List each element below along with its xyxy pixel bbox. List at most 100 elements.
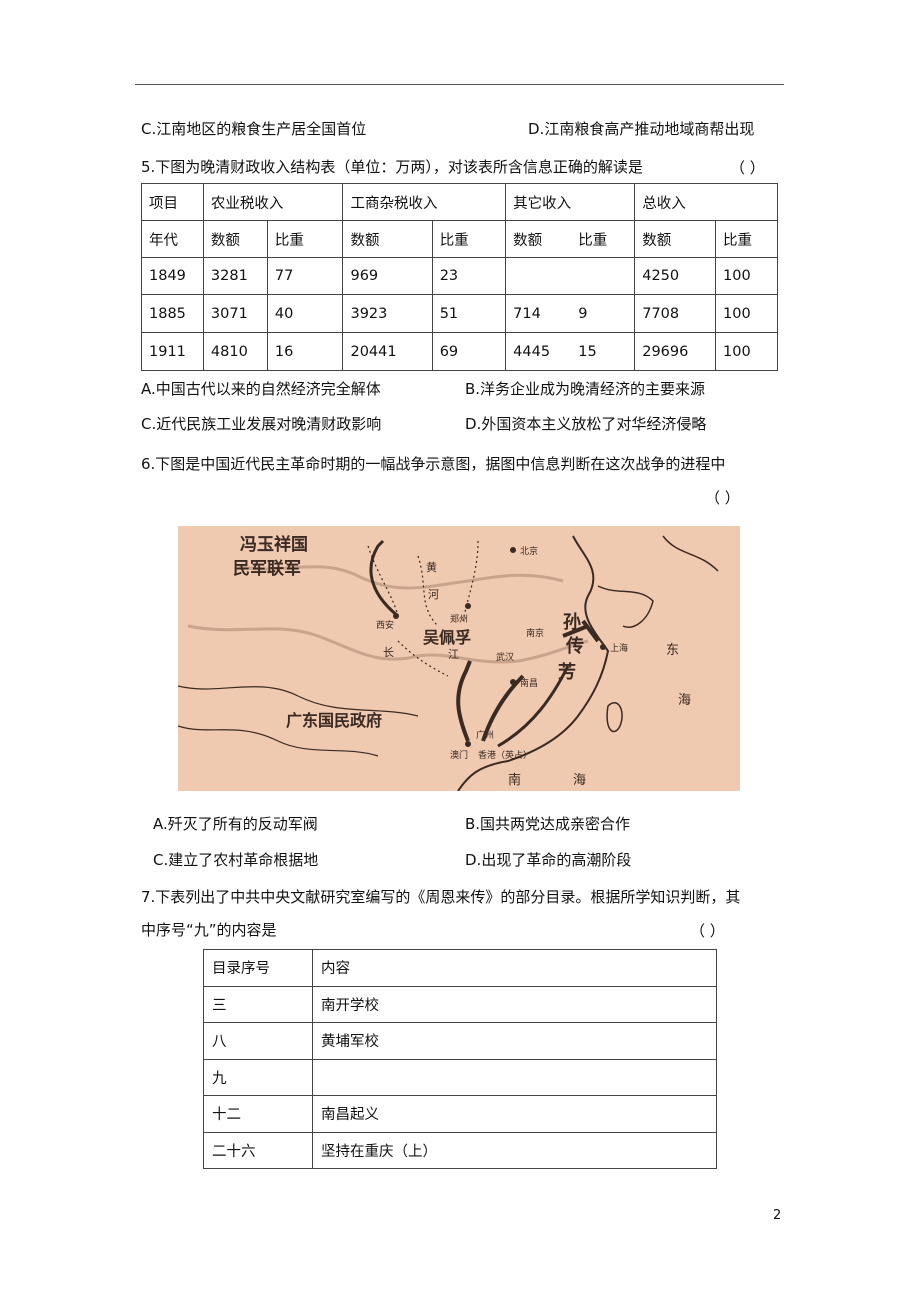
table-row: 九 (203, 1058, 717, 1096)
q5-option-b: B.洋务企业成为晚清经济的主要来源 (465, 380, 706, 398)
map-label-xian: 西安 (376, 619, 394, 631)
table-cell: 4250 (634, 257, 717, 295)
table-cell: 其它收入 (505, 183, 636, 221)
table-cell: 比重 (571, 220, 636, 258)
table-cell: 1911 (141, 332, 204, 371)
table-cell: 工商杂税收入 (342, 183, 507, 221)
map-label-zhengzhou: 郑州 (450, 613, 468, 625)
table-cell: 年代 (141, 220, 204, 258)
q6-option-b: B.国共两党达成亲密合作 (465, 815, 631, 833)
map-label-chuan: 传 (565, 635, 584, 657)
table-cell: 23 (431, 257, 507, 295)
map-label-he: 河 (428, 588, 439, 601)
table-cell: 100 (715, 294, 778, 333)
table-cell: 比重 (715, 220, 778, 258)
table-cell: 100 (715, 257, 778, 295)
q4-option-c: C.江南地区的粮食生产居全国首位 (141, 120, 367, 138)
table-cell: 南昌起义 (312, 1095, 717, 1133)
q5-finance-table: 项目 农业税收入 工商杂税收入 其它收入 总收入 年代 数额 比重 数额 比重 … (141, 183, 778, 371)
table-cell: 黄埔军校 (312, 1022, 717, 1060)
table-cell: 16 (266, 332, 344, 371)
table-cell: 内容 (312, 949, 717, 987)
q5-option-a: A.中国古代以来的自然经济完全解体 (141, 380, 381, 398)
table-row: 1885 3071 40 3923 51 714 9 7708 100 (141, 294, 778, 333)
q6-option-c: C.建立了农村革命根据地 (153, 851, 319, 869)
map-label-wuhan: 武汉 (496, 651, 514, 663)
table-cell: 数额 (202, 220, 268, 258)
q6-answer-paren: （ ） (705, 489, 740, 507)
table-cell: 八 (203, 1022, 313, 1060)
q5-stem: 5.下图为晚清财政收入结构表（单位：万两），对该表所含信息正确的解读是 (141, 158, 643, 176)
map-label-nanhai: 海 (573, 773, 586, 788)
table-row: 项目 农业税收入 工商杂税收入 其它收入 总收入 (141, 183, 778, 221)
q6-option-d: D.出现了革命的高潮阶段 (465, 851, 632, 869)
table-row: 1849 3281 77 969 23 4250 100 (141, 257, 778, 295)
q6-stem: 6.下图是中国近代民主革命时期的一幅战争示意图，据图中信息判断在这次战争的进程中 (141, 455, 726, 473)
table-cell: 比重 (266, 220, 344, 258)
xian-dot (393, 613, 399, 619)
map-label-jiang: 江 (448, 648, 459, 661)
q5-answer-paren: （ ） (730, 159, 765, 177)
table-cell: 3281 (202, 257, 268, 295)
table-row: 二十六 坚持在重庆（上） (203, 1131, 717, 1169)
war-map: 冯玉祥国 民军联军 北京 黄 河 郑州 西安 吴佩孚 南京 上海 孙 传 芳 东… (178, 526, 740, 791)
table-cell: 100 (715, 332, 778, 371)
map-label-hai: 海 (678, 693, 691, 708)
q7-answer-paren: （ ） (690, 922, 725, 940)
q4-option-d: D.江南粮食高产推动地域商帮出现 (528, 120, 755, 138)
table-cell: 9 (571, 294, 636, 333)
table-cell: 数额 (342, 220, 433, 258)
map-label-dong: 东 (666, 643, 679, 658)
table-cell (312, 1058, 717, 1096)
table-cell: 总收入 (634, 183, 778, 221)
q5-option-c: C.近代民族工业发展对晚清财政影响 (141, 415, 382, 433)
map-label-nanchang: 南昌 (520, 677, 538, 689)
map-label-wu: 吴佩孚 (423, 628, 471, 647)
table-cell: 69 (431, 332, 507, 371)
table-cell: 77 (266, 257, 344, 295)
map-label-fang: 芳 (558, 661, 576, 683)
q7-stem-line2: 中序号“九”的内容是 (141, 921, 277, 939)
table-cell: 十二 (203, 1095, 313, 1133)
table-cell: 969 (342, 257, 433, 295)
table-cell: 20441 (342, 332, 433, 371)
table-row: 年代 数额 比重 数额 比重 数额 比重 数额 比重 (141, 220, 778, 258)
table-cell: 项目 (141, 183, 204, 221)
q5-option-d: D.外国资本主义放松了对华经济侵略 (465, 415, 707, 433)
table-cell: 714 (505, 294, 572, 333)
table-cell: 3923 (342, 294, 433, 333)
table-row: 目录序号 内容 (203, 949, 717, 987)
table-row: 三 南开学校 (203, 985, 717, 1023)
table-row: 十二 南昌起义 (203, 1095, 717, 1133)
table-cell: 二十六 (203, 1131, 313, 1169)
map-label-feng2: 民军联军 (233, 559, 301, 579)
q6-option-a: A.歼灭了所有的反动军阀 (153, 815, 318, 833)
map-label-feng: 冯玉祥国 (240, 534, 308, 555)
map-label-nan: 南 (508, 772, 521, 788)
map-label-sun: 孙 (563, 612, 581, 633)
page-number: 2 (773, 1208, 782, 1223)
table-cell: 1849 (141, 257, 204, 295)
table-cell: 1885 (141, 294, 204, 333)
map-label-gd: 广东国民政府 (286, 711, 382, 730)
map-label-guangzhou: 广州 (476, 729, 494, 741)
nanchang-dot (510, 679, 516, 685)
table-cell: 7708 (634, 294, 717, 333)
table-cell: 数额 (634, 220, 717, 258)
map-label-chang: 长 (383, 646, 394, 659)
table-row: 八 黄埔军校 (203, 1022, 717, 1060)
header-rule (135, 84, 784, 85)
q7-contents-table: 目录序号 内容 三 南开学校 八 黄埔军校 九 十二 南昌起义 二十六 坚持在重… (203, 949, 717, 1169)
table-cell: 3071 (202, 294, 268, 333)
table-cell: 比重 (431, 220, 507, 258)
table-cell: 40 (266, 294, 344, 333)
table-cell: 51 (431, 294, 507, 333)
map-label-nanjing: 南京 (526, 627, 544, 639)
table-cell: 三 (203, 985, 313, 1023)
table-cell: 数额 (505, 220, 572, 258)
table-cell: 南开学校 (312, 985, 717, 1023)
table-cell: 15 (571, 332, 636, 371)
map-label-xianggang: 香港（英占） (478, 749, 532, 761)
table-cell (505, 257, 572, 295)
beijing-dot (510, 547, 516, 553)
